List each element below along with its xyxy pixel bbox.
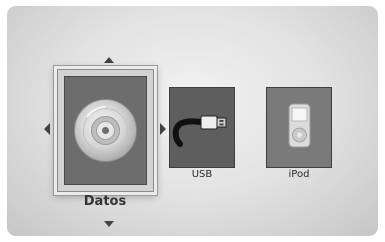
menu-item-usb[interactable] (169, 87, 235, 168)
home-menu-screen: Datos USB iPod (7, 6, 378, 236)
nav-right-arrow-icon[interactable] (160, 123, 166, 135)
menu-item-label-ipod: iPod (288, 169, 310, 180)
nav-down-arrow-icon[interactable] (104, 221, 114, 227)
menu-item-label-datos: Datos (83, 194, 127, 209)
disc-icon (74, 99, 137, 162)
usb-icon (172, 115, 227, 147)
menu-item-ipod[interactable] (266, 87, 332, 168)
nav-up-arrow-icon[interactable] (104, 57, 114, 63)
nav-left-arrow-icon[interactable] (44, 123, 50, 135)
menu-item-datos[interactable] (57, 69, 154, 192)
disc-tile (64, 76, 147, 185)
menu-item-label-usb: USB (191, 169, 213, 180)
ipod-icon (288, 103, 311, 148)
